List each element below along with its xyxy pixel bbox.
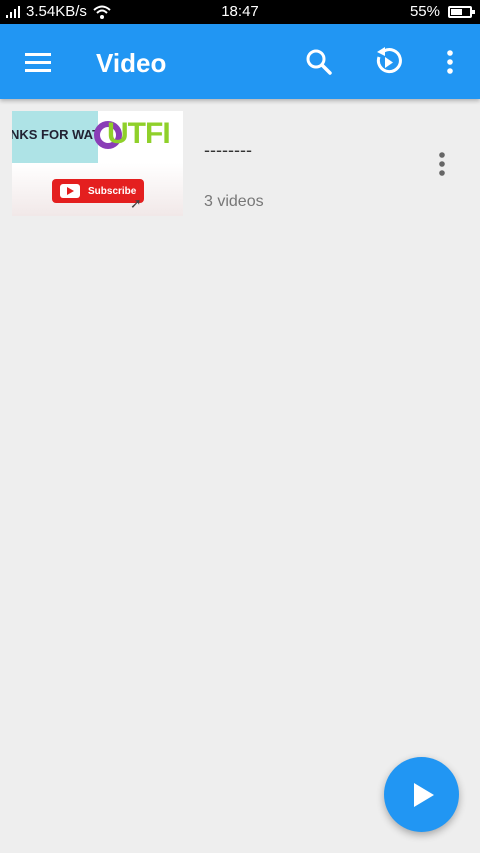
cursor-icon: ➚ — [130, 195, 142, 211]
more-vert-icon[interactable] — [434, 46, 466, 78]
folder-video-count: 3 videos — [204, 193, 264, 210]
battery-icon — [448, 5, 475, 18]
status-bar: 3.54KB/s 18:47 55% — [0, 0, 480, 24]
youtube-play-icon — [60, 184, 80, 198]
page-title: Video — [96, 48, 167, 78]
battery-percent: 55% — [409, 3, 440, 20]
folder-name: -------- — [204, 140, 252, 160]
play-fab-button[interactable] — [384, 757, 459, 832]
folder-thumbnail: NKS FOR WATCHI UTFI Subscribe ➚ — [12, 111, 183, 216]
battery-fill — [451, 8, 462, 15]
folder-list-item[interactable]: NKS FOR WATCHI UTFI Subscribe ➚ --------… — [0, 99, 480, 229]
status-right: 55% — [409, 3, 475, 20]
thumbnail-right-text: UTFI — [107, 117, 171, 150]
status-time: 18:47 — [221, 3, 259, 20]
play-icon — [413, 782, 434, 807]
search-icon[interactable] — [303, 46, 335, 78]
history-icon[interactable] — [372, 46, 404, 78]
app-bar: Video — [0, 24, 480, 99]
item-more-icon[interactable] — [428, 149, 456, 181]
menu-icon[interactable] — [22, 46, 54, 78]
